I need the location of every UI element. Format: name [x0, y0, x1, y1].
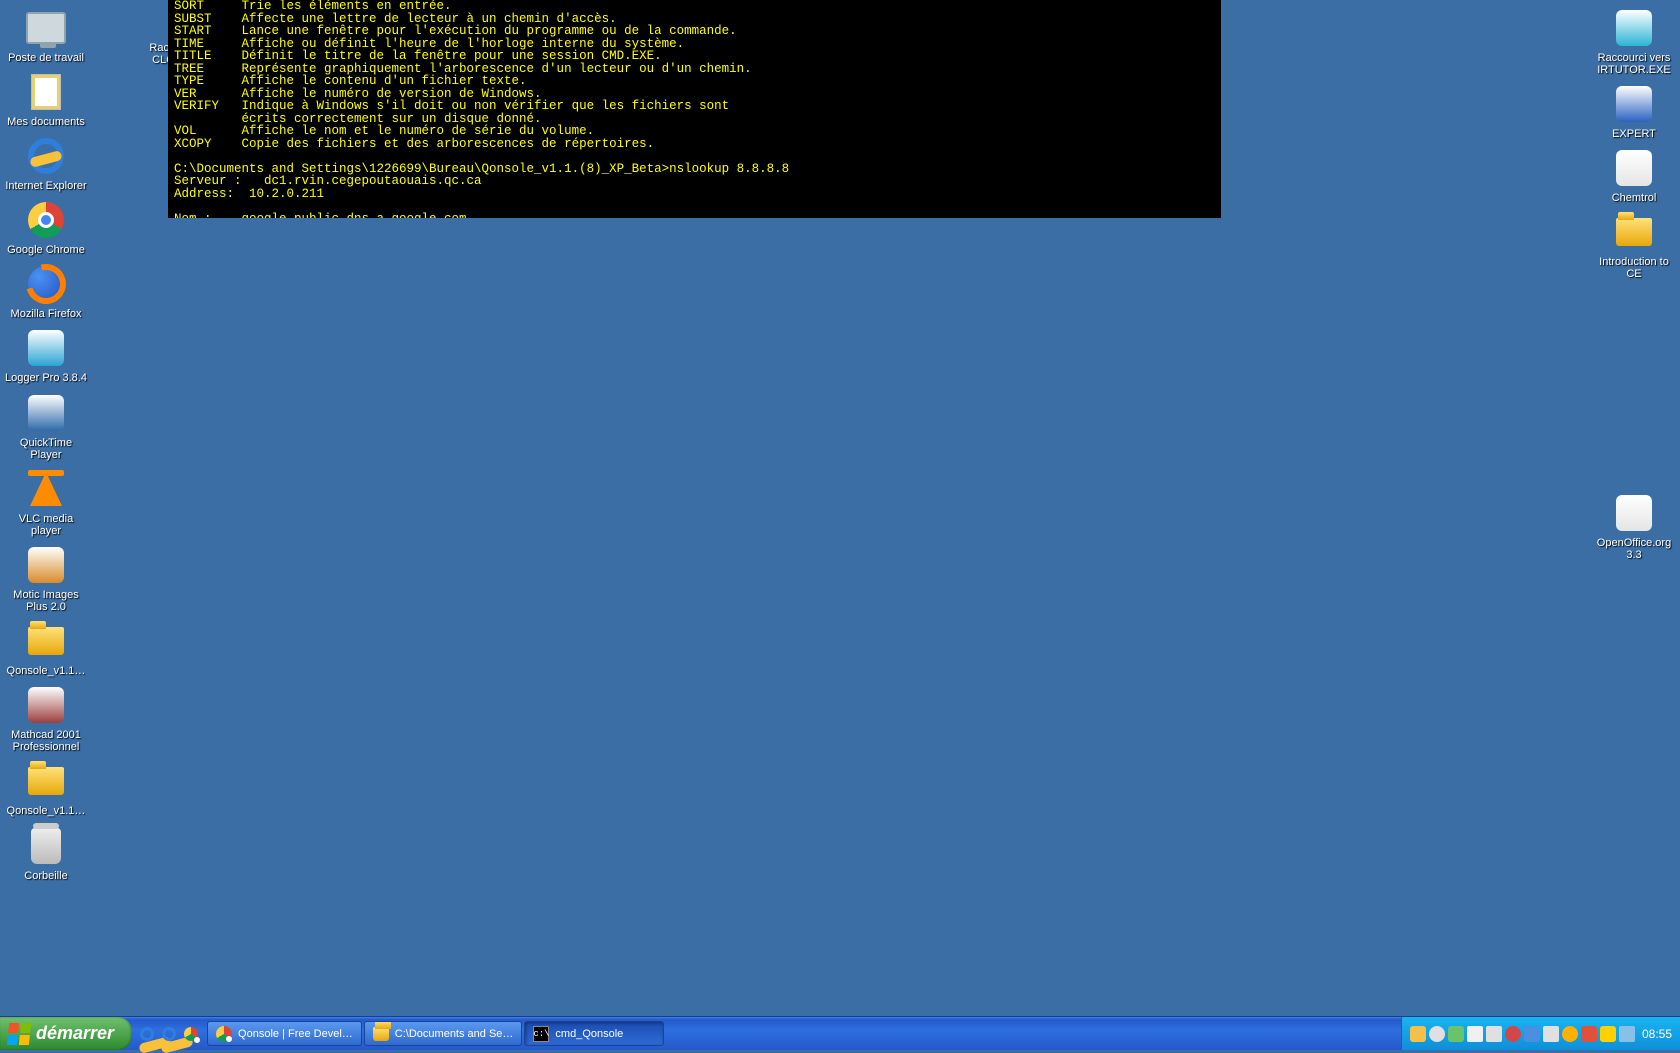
- desktop-icon-label: VLC media player: [3, 513, 89, 537]
- google-chrome-icon: [24, 198, 68, 242]
- tray-icon-11[interactable]: [1600, 1026, 1616, 1042]
- console-window[interactable]: SORT Trie les éléments en entrée.SUBST A…: [168, 0, 1221, 218]
- desktop-icon-internet-explorer[interactable]: Internet Explorer: [2, 134, 90, 192]
- desktop-icon-label: Mes documents: [7, 116, 85, 128]
- mozilla-firefox-icon: [24, 262, 68, 306]
- taskbar-item-cmd-qonsole[interactable]: c:\ cmd_Qonsole: [524, 1021, 664, 1046]
- tray-volume-icon[interactable]: [1619, 1026, 1635, 1042]
- console-line: Address: 10.2.0.211: [174, 188, 1215, 201]
- desktop-icon-label: EXPERT: [1612, 128, 1656, 140]
- desktop-icon-label: Mozilla Firefox: [11, 308, 82, 320]
- internet-explorer-icon: [24, 134, 68, 178]
- openoffice-icon: [1612, 491, 1656, 535]
- taskbar-item-label: Qonsole | Free Devel…: [238, 1028, 353, 1040]
- desktop-icon-poste-de-travail[interactable]: Poste de travail: [2, 6, 90, 64]
- desktop-icon-label: Google Chrome: [7, 244, 85, 256]
- motic-images-icon: [24, 543, 68, 587]
- desktop-icon-logger-pro[interactable]: Logger Pro 3.8.4: [2, 326, 90, 384]
- console-line: TITLE Définit le titre de la fenêtre pou…: [174, 50, 1215, 63]
- desktop-icon-openoffice[interactable]: OpenOffice.org 3.3: [1590, 491, 1678, 561]
- console-line: XCOPY Copie des fichiers et des arboresc…: [174, 138, 1215, 151]
- tray-icon-8[interactable]: [1543, 1026, 1559, 1042]
- poste-de-travail-icon: [24, 6, 68, 50]
- chrome-icon: [216, 1026, 232, 1042]
- console-line: [174, 200, 1215, 213]
- desktop-icon-label: Internet Explorer: [5, 180, 86, 192]
- cmd-icon: c:\: [533, 1026, 549, 1042]
- tray-icon-5[interactable]: [1486, 1026, 1502, 1042]
- desktop-icon-label: Raccourci vers IRTUTOR.EXE: [1591, 52, 1677, 76]
- desktop-icon-label: Mathcad 2001 Professionnel: [3, 729, 89, 753]
- quick-ie-icon[interactable]: [138, 1025, 156, 1043]
- quick-launch: [132, 1017, 206, 1050]
- desktop-icon-google-chrome[interactable]: Google Chrome: [2, 198, 90, 256]
- desktop-icon-mathcad[interactable]: Mathcad 2001 Professionnel: [2, 683, 90, 753]
- desktop-icon-label: Introduction to CE: [1591, 256, 1677, 280]
- desktop-icon-intro-ce[interactable]: Introduction to CE: [1590, 210, 1678, 280]
- desktop-icon-quicktime[interactable]: QuickTime Player: [2, 391, 90, 461]
- taskbar: démarrer Qonsole | Free Devel… C:\Documen…: [0, 1016, 1680, 1050]
- desktop-icon-label: OpenOffice.org 3.3: [1591, 537, 1677, 561]
- taskbar-item-explorer-folder[interactable]: C:\Documents and Se…: [364, 1021, 523, 1046]
- mathcad-icon: [24, 683, 68, 727]
- console-line: Serveur : dc1.rvin.cegepoutaouais.qc.ca: [174, 175, 1215, 188]
- tray-icon-6[interactable]: [1505, 1026, 1521, 1042]
- console-line: Nom : google-public-dns-a.google.com: [174, 213, 1215, 219]
- desktop-icon-motic-images[interactable]: Motic Images Plus 2.0: [2, 543, 90, 613]
- start-button[interactable]: démarrer: [0, 1017, 132, 1050]
- console-line: [174, 150, 1215, 163]
- desktop-icon-label: Poste de travail: [8, 52, 84, 64]
- tray-icon-3[interactable]: [1448, 1026, 1464, 1042]
- desktop-icon-label: Chemtrol: [1612, 192, 1657, 204]
- desktop[interactable]: Poste de travail Mes documents Internet Ex…: [0, 0, 1680, 1016]
- tray-icon-7[interactable]: [1524, 1026, 1540, 1042]
- start-label: démarrer: [36, 1023, 114, 1044]
- clock[interactable]: 08:55: [1642, 1027, 1672, 1041]
- windows-logo-icon: [7, 1023, 31, 1045]
- desktop-icon-label: Qonsole_v1.1…: [7, 805, 86, 817]
- folder-icon: [373, 1027, 389, 1041]
- desktop-icon-chemtrol[interactable]: Chemtrol: [1590, 146, 1678, 204]
- intro-ce-icon: [1612, 210, 1656, 254]
- mes-documents-icon: [24, 70, 68, 114]
- expert-icon: [1612, 82, 1656, 126]
- logger-pro-icon: [24, 326, 68, 370]
- tray-icon-10[interactable]: [1581, 1026, 1597, 1042]
- desktop-icon-label: Logger Pro 3.8.4: [5, 372, 87, 384]
- tray-icon-4[interactable]: [1467, 1026, 1483, 1042]
- quicktime-icon: [24, 391, 68, 435]
- tray-icon-2[interactable]: [1429, 1026, 1445, 1042]
- taskbar-item-label: cmd_Qonsole: [555, 1028, 623, 1040]
- console-line: SORT Trie les éléments en entrée.: [174, 0, 1215, 13]
- tray-icon-1[interactable]: [1410, 1026, 1426, 1042]
- desktop-icon-qonsole-1[interactable]: Qonsole_v1.1…: [2, 619, 90, 677]
- qonsole-1-icon: [24, 619, 68, 663]
- irtutor-icon: [1612, 6, 1656, 50]
- taskbar-item-qonsole-site[interactable]: Qonsole | Free Devel…: [207, 1021, 362, 1046]
- console-line: VOL Affiche le nom et le numéro de série…: [174, 125, 1215, 138]
- desktop-icon-expert[interactable]: EXPERT: [1590, 82, 1678, 140]
- tray-icon-9[interactable]: [1562, 1026, 1578, 1042]
- desktop-icon-label: Motic Images Plus 2.0: [3, 589, 89, 613]
- console-line: START Lance une fenêtre pour l'exécution…: [174, 25, 1215, 38]
- desktop-icon-irtutor[interactable]: Raccourci vers IRTUTOR.EXE: [1590, 6, 1678, 76]
- desktop-icon-qonsole-2[interactable]: Qonsole_v1.1…: [2, 759, 90, 817]
- desktop-icon-label: Corbeille: [24, 870, 67, 882]
- corbeille-icon: [24, 824, 68, 868]
- console-line: VERIFY Indique à Windows s'il doit ou no…: [174, 100, 1215, 113]
- desktop-icon-label: Qonsole_v1.1…: [7, 665, 86, 677]
- taskbar-item-label: C:\Documents and Se…: [395, 1028, 514, 1040]
- console-line: TYPE Affiche le contenu d'un fichier tex…: [174, 75, 1215, 88]
- desktop-icon-mes-documents[interactable]: Mes documents: [2, 70, 90, 128]
- desktop-icon-vlc[interactable]: VLC media player: [2, 467, 90, 537]
- desktop-icon-label: QuickTime Player: [3, 437, 89, 461]
- chemtrol-icon: [1612, 146, 1656, 190]
- system-tray: 08:55: [1401, 1017, 1680, 1050]
- vlc-icon: [24, 467, 68, 511]
- desktop-icon-mozilla-firefox[interactable]: Mozilla Firefox: [2, 262, 90, 320]
- qonsole-2-icon: [24, 759, 68, 803]
- desktop-icon-corbeille[interactable]: Corbeille: [2, 824, 90, 882]
